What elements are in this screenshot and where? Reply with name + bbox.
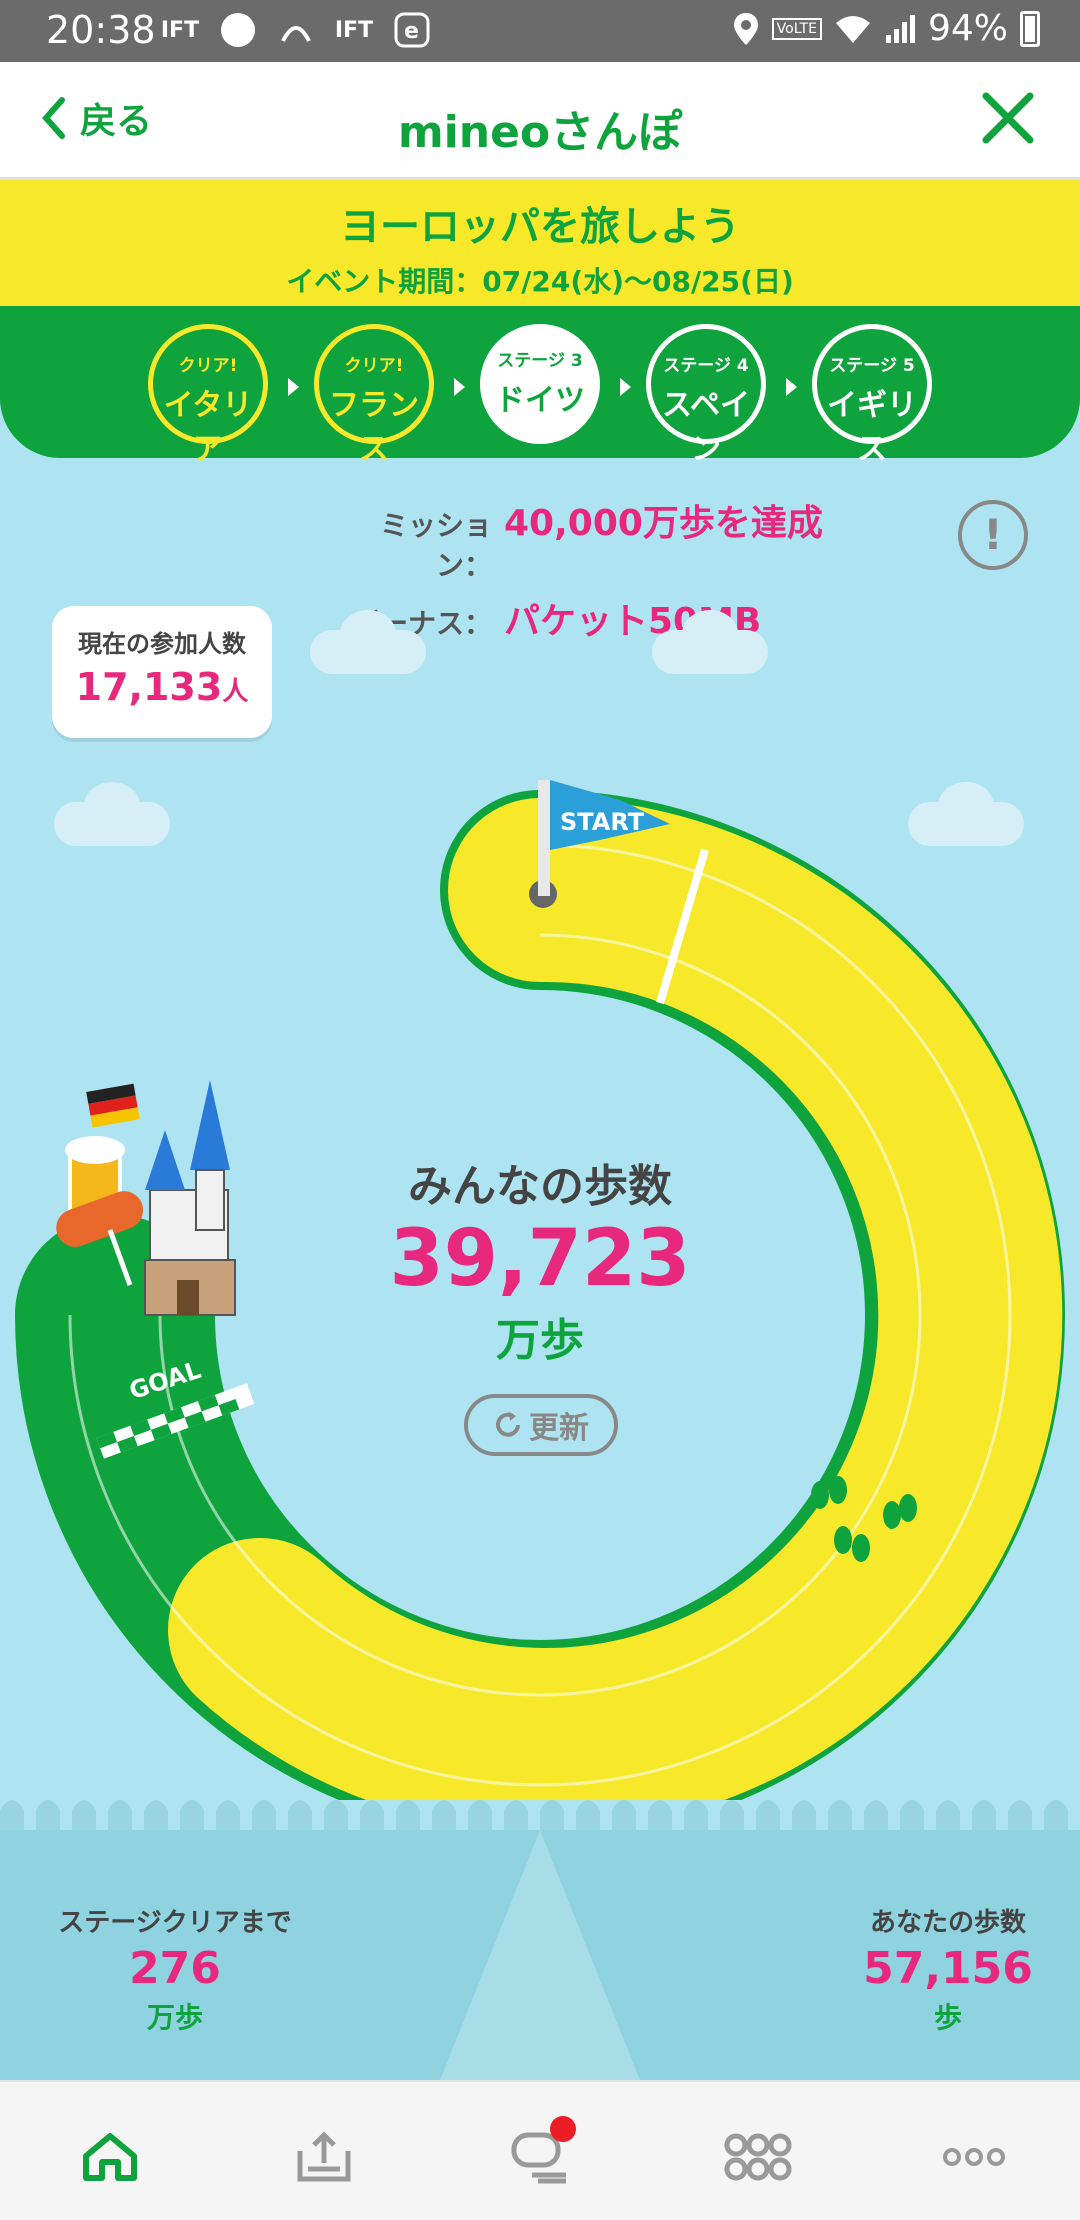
battery-percent: 94% xyxy=(927,8,1008,49)
stage-status: ステージ 5 xyxy=(829,356,915,376)
my-steps-value: 57,156 xyxy=(863,1943,1033,1994)
stage-status: ステージ 4 xyxy=(663,356,749,376)
stage-uk[interactable]: ステージ 5 イギリス xyxy=(812,324,932,467)
total-steps: みんなの歩数 39,723 万歩 xyxy=(340,1150,740,1368)
my-steps: あなたの歩数 57,156 歩 xyxy=(858,1902,1038,2036)
stage-spain[interactable]: ステージ 4 スペイン xyxy=(646,324,766,467)
arrow-right-icon xyxy=(620,378,631,396)
volte-icon: VoLTE xyxy=(771,17,822,40)
stage-name: イギリス xyxy=(827,388,917,467)
bottom-nav xyxy=(0,2080,1080,2220)
total-steps-value: 39,723 xyxy=(389,1214,691,1304)
cloud-decoration xyxy=(652,610,768,674)
stage-remaining: ステージクリアまで 276 万歩 xyxy=(50,1902,300,2036)
mission-label: ミッション： xyxy=(379,509,492,582)
mission-value: 40,000万歩を達成 xyxy=(504,503,823,544)
battery-icon xyxy=(1020,10,1040,47)
community-icon xyxy=(724,2133,792,2181)
cloud-decoration xyxy=(310,610,426,674)
arrow-right-icon xyxy=(454,378,465,396)
my-steps-label: あなたの歩数 xyxy=(869,1908,1026,1938)
upload-icon xyxy=(297,2131,351,2182)
arrow-right-icon xyxy=(786,378,797,396)
stage-name: フランス xyxy=(329,388,419,467)
notification-icons: IFT IFT e xyxy=(160,10,432,50)
notification-badge xyxy=(550,2116,576,2142)
stage-name: ドイツ xyxy=(495,383,585,418)
total-steps-unit: 万歩 xyxy=(496,1315,584,1366)
arrow-right-icon xyxy=(288,378,299,396)
refresh-label: 更新 xyxy=(529,1411,589,1446)
my-steps-unit: 歩 xyxy=(933,2001,962,2034)
nav-chat[interactable] xyxy=(500,2116,580,2192)
stage-name: イタリア xyxy=(163,388,253,467)
tree-line-decoration xyxy=(0,1800,1068,1834)
stage-selector: クリア! イタリア クリア! フランス ステージ 3 ドイツ ステージ 4 スペ… xyxy=(0,306,1080,467)
nav-more[interactable] xyxy=(934,2122,1014,2192)
wifi-icon xyxy=(835,15,870,43)
event-banner: ヨーロッパを旅しよう イベント期間：07/24(水)〜08/25(日) xyxy=(0,180,1080,306)
calorie-app-icon xyxy=(218,10,258,50)
germany-castle-icon xyxy=(144,1080,236,1316)
stage-france[interactable]: クリア! フランス xyxy=(314,324,434,467)
info-button[interactable]: ! xyxy=(958,500,1028,570)
nfc-on-icon xyxy=(276,10,316,50)
svg-text:e: e xyxy=(404,19,419,44)
ifttt-icon: IFT xyxy=(160,17,200,43)
stage-germany[interactable]: ステージ 3 ドイツ xyxy=(480,324,600,444)
signal-icon xyxy=(885,14,915,43)
ifttt-icon-2: IFT xyxy=(334,17,374,43)
home-icon xyxy=(83,2133,137,2181)
more-icon xyxy=(943,2148,1005,2166)
event-title: ヨーロッパを旅しよう xyxy=(340,204,740,250)
german-flag-icon xyxy=(86,1083,140,1128)
total-steps-label: みんなの歩数 xyxy=(408,1161,672,1212)
stage-status: クリア! xyxy=(178,356,238,376)
status-bar: 20:38 IFT IFT e VoLTE 94% xyxy=(0,0,1080,62)
status-right: VoLTE 94% xyxy=(732,8,1040,49)
event-period: イベント期間：07/24(水)〜08/25(日) xyxy=(286,265,794,298)
page-title: mineoさんぽ xyxy=(397,107,683,158)
remaining-value: 276 xyxy=(129,1943,221,1994)
mission-info: ミッション： 40,000万歩を達成 ボーナス： パケット50MB xyxy=(330,494,823,652)
refresh-button[interactable]: 更新 xyxy=(464,1394,618,1456)
e-app-icon: e xyxy=(392,10,432,50)
remaining-unit: 万歩 xyxy=(146,2001,203,2034)
refresh-icon xyxy=(496,1412,520,1437)
start-label: START xyxy=(560,808,645,836)
app-header: 戻る mineoさんぽ xyxy=(0,62,1080,180)
stage-status: ステージ 3 xyxy=(497,351,583,371)
nav-community[interactable] xyxy=(718,2122,798,2192)
nav-upload[interactable] xyxy=(284,2122,364,2192)
stage-name: スペイン xyxy=(662,388,750,467)
location-icon xyxy=(733,12,758,45)
stage-status: クリア! xyxy=(344,356,404,376)
status-time: 20:38 xyxy=(46,8,156,52)
nav-home[interactable] xyxy=(70,2122,150,2192)
road-decoration xyxy=(440,1830,640,2080)
stage-italy[interactable]: クリア! イタリア xyxy=(148,324,268,467)
participants-label: 現在の参加人数 xyxy=(78,630,246,658)
remaining-label: ステージクリアまで xyxy=(58,1908,292,1938)
close-icon[interactable] xyxy=(980,90,1036,146)
